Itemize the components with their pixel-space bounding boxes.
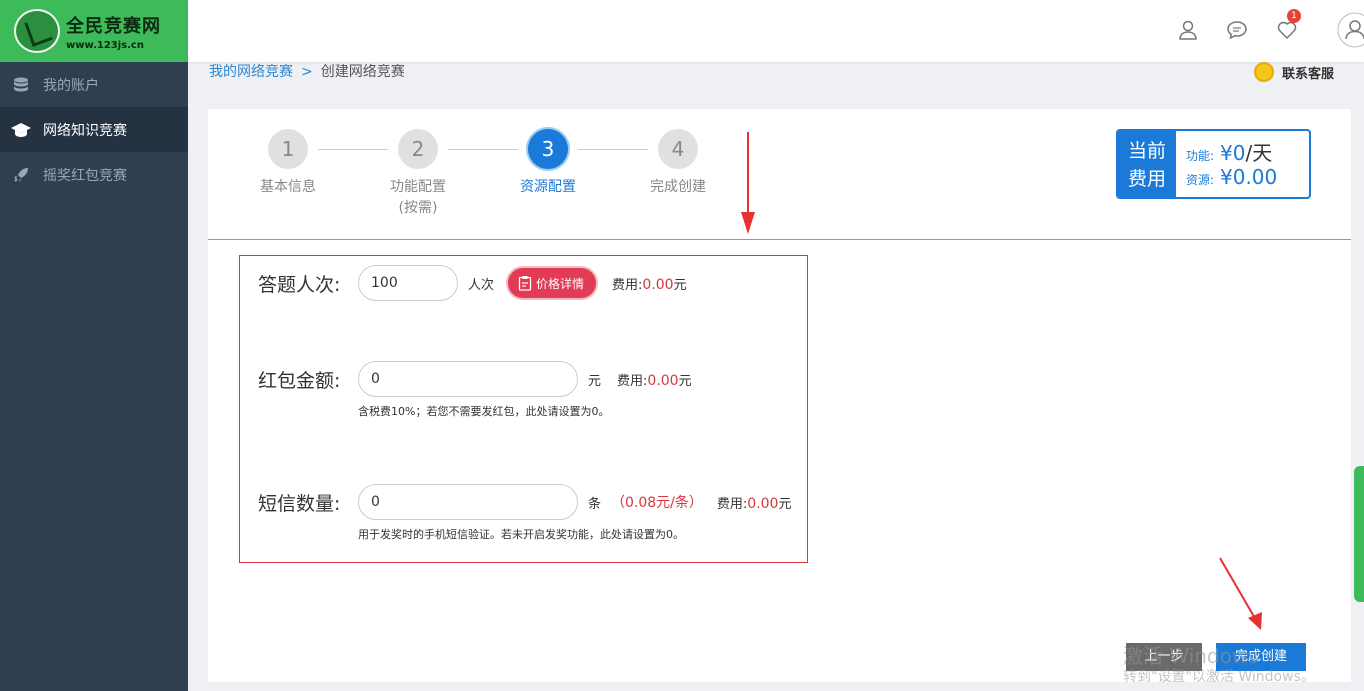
redpacket-label: 红包金额:	[258, 369, 341, 392]
avatar-icon[interactable]	[1337, 12, 1364, 48]
sidebar-item-account[interactable]: 我的账户	[0, 62, 188, 107]
sms-fee-value: 0.00	[747, 495, 779, 512]
logo-text: 全民竞赛网 www.123js.cn	[66, 12, 161, 51]
logo-emblem-icon	[14, 9, 60, 53]
answers-fee-value: 0.00	[642, 276, 674, 293]
sms-unit-price: （0.08元/条）	[611, 495, 703, 511]
current-cost-box: 当前 费用 功能: ¥0/天 资源: ¥0.00	[1116, 129, 1311, 199]
function-cost-row: 功能: ¥0/天	[1186, 137, 1309, 165]
annotation-arrow-finish	[1219, 557, 1262, 630]
step-label: 完成创建	[650, 179, 706, 195]
sms-unit: 条	[588, 496, 602, 512]
redpacket-fee-value: 0.00	[647, 372, 679, 389]
redpacket-row: 红包金额: 0 元 费用:0.00元	[258, 361, 692, 397]
answers-label: 答题人次:	[258, 273, 341, 296]
sms-row: 短信数量: 0 条 （0.08元/条） 费用:0.00元	[258, 484, 791, 520]
step-number: 3	[528, 129, 568, 169]
support-label: 联系客服	[1282, 66, 1335, 82]
step-number: 4	[658, 129, 698, 169]
graduation-cap-icon	[10, 121, 32, 139]
redpacket-fee: 费用:0.00元	[617, 372, 692, 389]
brand-subtitle: www.123js.cn	[66, 39, 144, 51]
step-label: 基本信息	[260, 179, 316, 195]
answers-fee: 费用:0.00元	[612, 276, 687, 293]
redpacket-amount-input[interactable]: 0	[358, 361, 578, 397]
answers-input[interactable]: 100	[358, 265, 458, 301]
breadcrumb-separator: >	[301, 64, 313, 80]
sms-hint: 用于发奖时的手机短信验证。若未开启发奖功能，此处请设置为0。	[358, 528, 684, 541]
breadcrumb-link-my-contests[interactable]: 我的网络竞赛	[209, 64, 293, 80]
step-label: 功能配置 (按需)	[390, 179, 446, 216]
sidebar: 全民竞赛网 www.123js.cn 我的账户 网络知识竞赛 摇奖红包竞赛	[0, 0, 188, 691]
price-detail-label: 价格详情	[536, 276, 585, 291]
step-number: 2	[398, 129, 438, 169]
answers-unit: 人次	[468, 277, 495, 293]
breadcrumb-current: 创建网络竞赛	[320, 64, 405, 80]
step-sublabel: (按需)	[398, 200, 438, 216]
sidebar-item-lottery-contest[interactable]: 摇奖红包竞赛	[0, 152, 188, 197]
step-number: 1	[268, 129, 308, 169]
redpacket-hint: 含税费10%；若您不需要发红包，此处请设置为0。	[358, 405, 610, 418]
user-icon[interactable]	[1177, 19, 1199, 41]
function-cost-unit: /天	[1245, 141, 1273, 165]
function-cost-label: 功能:	[1186, 149, 1215, 163]
finish-create-button[interactable]: 完成创建	[1216, 643, 1306, 671]
resource-cost-label: 资源:	[1186, 173, 1215, 187]
previous-step-button[interactable]: 上一步	[1126, 643, 1202, 671]
sidebar-item-network-contest[interactable]: 网络知识竞赛	[0, 107, 188, 152]
cost-body: 功能: ¥0/天 资源: ¥0.00	[1176, 131, 1309, 197]
sidebar-item-label: 摇奖红包竞赛	[43, 167, 127, 184]
cost-title: 当前 费用	[1118, 131, 1176, 197]
notification-badge: 1	[1287, 9, 1301, 23]
sidebar-item-label: 我的账户	[43, 77, 99, 94]
sms-label: 短信数量:	[258, 492, 341, 515]
step-label: 资源配置	[520, 179, 576, 195]
redpacket-unit: 元	[588, 373, 602, 389]
sidebar-item-label: 网络知识竞赛	[43, 122, 127, 139]
annotation-arrow-down	[741, 132, 755, 234]
rocket-icon	[10, 166, 32, 184]
resource-cost-row: 资源: ¥0.00	[1186, 165, 1309, 193]
database-icon	[10, 76, 32, 94]
contact-support-link[interactable]: 联系客服	[1254, 62, 1334, 82]
brand-title: 全民竞赛网	[66, 15, 161, 37]
answers-row: 答题人次: 100 人次 价格详情 费用:0.00元	[258, 265, 687, 301]
step-3: 3 资源配置	[493, 129, 603, 198]
step-2: 2 功能配置 (按需)	[363, 129, 473, 219]
steps-divider	[208, 239, 1351, 240]
resource-cost-value: ¥0.00	[1220, 165, 1278, 189]
support-icon	[1254, 62, 1274, 82]
sms-fee: 费用:0.00元	[716, 495, 792, 512]
sms-count-input[interactable]: 0	[358, 484, 578, 520]
chat-icon[interactable]	[1226, 19, 1248, 41]
function-cost-value: ¥0	[1220, 141, 1246, 165]
price-detail-button[interactable]: 价格详情	[508, 268, 597, 298]
clipboard-icon	[518, 275, 532, 291]
breadcrumb: 我的网络竞赛 > 创建网络竞赛	[209, 61, 405, 81]
side-float-tab[interactable]	[1354, 466, 1364, 602]
step-1: 1 基本信息	[233, 129, 343, 198]
step-4: 4 完成创建	[623, 129, 733, 198]
brand-logo[interactable]: 全民竞赛网 www.123js.cn	[0, 0, 188, 62]
